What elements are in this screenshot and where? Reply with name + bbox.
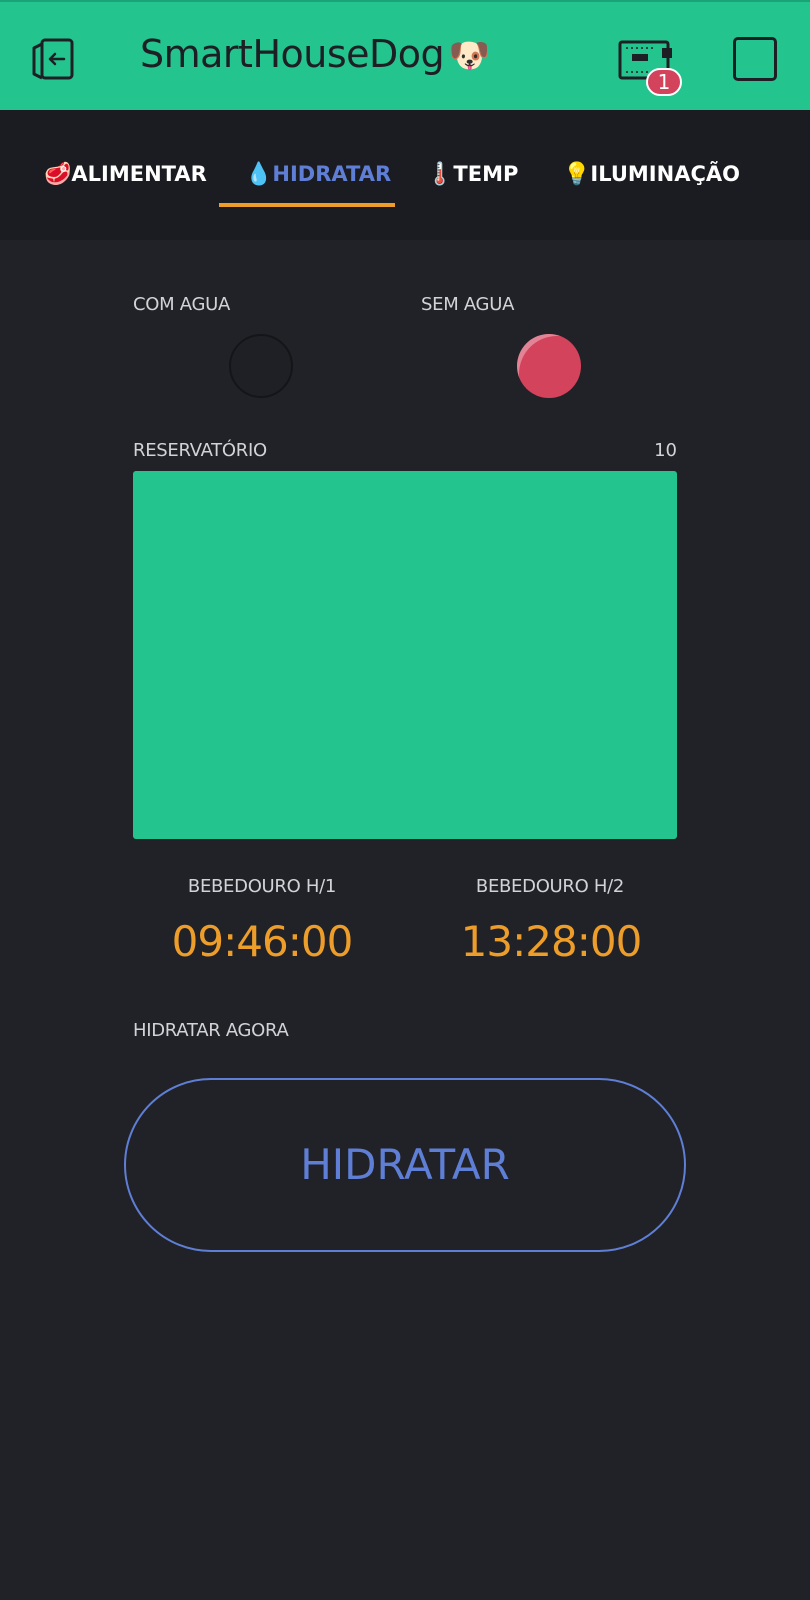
lightbulb-icon: 💡	[563, 162, 591, 187]
app-title-text: SmartHouseDog	[140, 32, 445, 76]
hidratar-button[interactable]: HIDRATAR	[124, 1078, 686, 1252]
tab-alimentar[interactable]: 🥩ALIMENTAR	[44, 162, 207, 222]
bebedouro-h2-time: 13:28:00	[460, 917, 643, 966]
bebedouro-h2-label: BEBEDOURO H/2	[475, 876, 625, 897]
reservoir-label: RESERVATÓRIO	[133, 440, 267, 461]
dog-icon: 🐶	[448, 36, 491, 76]
reservoir-fill	[133, 471, 677, 839]
tab-label: ILUMINAÇÃO	[590, 162, 740, 186]
com-agua-led	[229, 334, 293, 398]
exit-button[interactable]	[30, 34, 80, 82]
tab-label: ALIMENTAR	[71, 162, 207, 186]
bebedouro-h1-time: 09:46:00	[171, 917, 354, 966]
tab-temp[interactable]: 🌡️TEMP	[426, 162, 518, 222]
app-title: SmartHouseDog 🐶	[140, 32, 491, 76]
square-button[interactable]	[733, 37, 777, 81]
thermometer-icon: 🌡️	[426, 162, 454, 187]
meat-icon: 🥩	[44, 162, 72, 187]
tab-bar: 🥩ALIMENTAR 💧HIDRATAR 🌡️TEMP 💡ILUMINAÇÃO	[0, 110, 810, 240]
sem-agua-led	[517, 334, 581, 398]
notification-badge: 1	[646, 68, 682, 96]
hidratar-agora-label: HIDRATAR AGORA	[133, 1020, 289, 1041]
tab-label: TEMP	[453, 162, 519, 186]
tab-iluminacao[interactable]: 💡ILUMINAÇÃO	[563, 162, 740, 222]
tab-hidratar[interactable]: 💧HIDRATAR	[245, 162, 391, 222]
exit-icon	[32, 38, 74, 80]
active-tab-indicator	[219, 203, 395, 207]
sem-agua-label: SEM AGUA	[421, 294, 515, 315]
reservoir-value: 10	[654, 440, 677, 461]
app-header: SmartHouseDog 🐶 1	[0, 0, 810, 110]
tab-label: HIDRATAR	[272, 162, 392, 186]
droplet-icon: 💧	[245, 162, 273, 187]
bebedouro-h1-label: BEBEDOURO H/1	[187, 876, 337, 897]
reservoir-gauge	[133, 471, 677, 839]
com-agua-label: COM AGUA	[133, 294, 231, 315]
